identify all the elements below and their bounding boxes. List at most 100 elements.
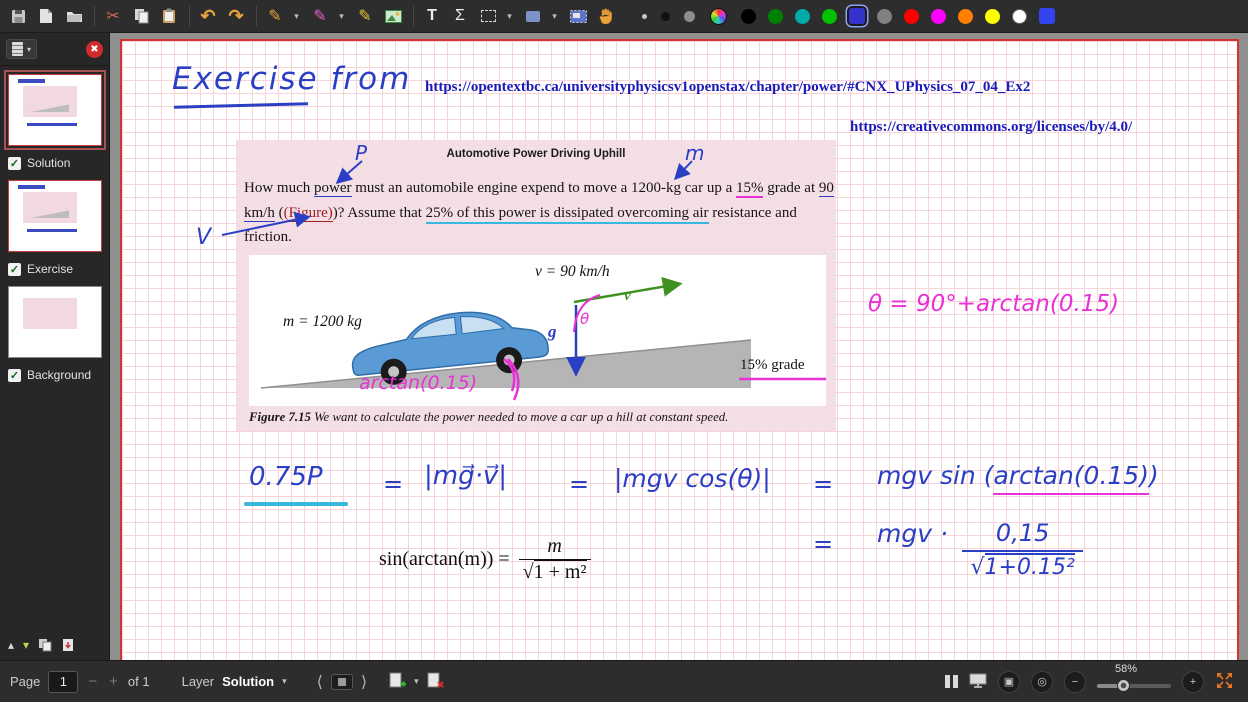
toolbar-separator — [189, 6, 190, 26]
pen-options-chevron[interactable]: ▾ — [290, 3, 303, 29]
layer-thumbnail-solution[interactable] — [6, 178, 104, 254]
color-green-button[interactable] — [822, 9, 837, 24]
save-button[interactable] — [5, 3, 31, 29]
redo-button[interactable]: ↷ — [223, 3, 249, 29]
close-icon: ✖ — [90, 44, 98, 55]
color-magenta-button[interactable] — [931, 9, 946, 24]
open-file-button[interactable] — [61, 3, 87, 29]
layer-selector[interactable]: Solution — [222, 674, 274, 689]
delete-layer-button[interactable] — [427, 672, 444, 692]
shape-tool-button[interactable] — [520, 3, 546, 29]
shape-rect-icon — [526, 11, 540, 22]
paste-button[interactable] — [156, 3, 182, 29]
thickness-thick-button[interactable] — [684, 11, 695, 22]
select-rect-button[interactable] — [475, 3, 501, 29]
checkbox-checked-icon[interactable]: ✓ — [8, 157, 21, 170]
zoom-slider-handle[interactable] — [1117, 679, 1130, 692]
presentation-mode-button[interactable] — [969, 673, 987, 691]
chevron-down-icon[interactable]: ▾ — [282, 676, 287, 687]
sidebar-spacer — [0, 384, 109, 634]
add-layer-options-chevron[interactable]: ▾ — [414, 676, 419, 687]
layer-toggle-solution[interactable]: ✓ Solution — [0, 150, 109, 172]
layer-toggle-exercise[interactable]: ✓ Exercise — [0, 256, 109, 278]
scissors-icon: ✂ — [106, 6, 119, 26]
figure-reference-link[interactable]: (Figure) — [284, 205, 333, 222]
zoom-original-icon: ◎ — [1037, 675, 1047, 688]
hand-tool-button[interactable] — [593, 3, 619, 29]
duplicate-layer-button[interactable] — [38, 638, 52, 652]
color-gray-button[interactable] — [877, 9, 892, 24]
page-number-input[interactable]: 1 — [48, 671, 78, 693]
chevron-down-icon: ▾ — [339, 11, 344, 22]
source-link[interactable]: https://opentextbc.ca/universityphysicsv… — [425, 79, 1030, 96]
marker-tool-button[interactable]: ✎ — [352, 3, 378, 29]
zoom-out-button[interactable]: − — [1064, 671, 1086, 693]
copy-button[interactable] — [128, 3, 154, 29]
select-options-chevron[interactable]: ▾ — [503, 3, 516, 29]
color-yellow-button[interactable] — [985, 9, 1000, 24]
page-increment-button[interactable]: + — [107, 673, 120, 690]
layer-toggle-background[interactable]: ✓ Background — [0, 362, 109, 384]
new-document-button[interactable] — [33, 3, 59, 29]
tex-identity: sin(arctan(m)) = m √1 + m² — [379, 535, 591, 584]
color-red-button[interactable] — [904, 9, 919, 24]
zoom-control: 58% — [1097, 669, 1171, 695]
statusbar-right-group: ▣ ◎ − 58% + — [945, 669, 1238, 695]
cut-button[interactable]: ✂ — [100, 3, 126, 29]
color-white-button[interactable] — [1012, 9, 1027, 24]
layer-up-button[interactable]: ▴ — [8, 638, 14, 652]
color-blue-button[interactable] — [849, 8, 865, 24]
sidebar-view-button[interactable]: ▾ — [6, 39, 37, 59]
checkbox-checked-icon[interactable]: ✓ — [8, 369, 21, 382]
checkbox-checked-icon[interactable]: ✓ — [8, 263, 21, 276]
color-orange-button[interactable] — [958, 9, 973, 24]
document-page[interactable]: Exercise from https://opentextbc.ca/univ… — [120, 39, 1239, 660]
text-tool-icon: T — [427, 7, 437, 25]
zoom-in-button[interactable]: + — [1182, 671, 1204, 693]
underlined-power: power — [314, 180, 352, 197]
main-toolbar: ✂ ↶ ↷ ✎ ▾ ✎ ▾ ✎ T Σ ▾ ▾ — [0, 0, 1248, 33]
color-teal-button[interactable] — [795, 9, 810, 24]
underlined-grade-percent: 15% — [736, 180, 764, 198]
shape-options-chevron[interactable]: ▾ — [548, 3, 561, 29]
sidebar-close-button[interactable]: ✖ — [86, 41, 103, 58]
prev-layer-button[interactable]: ⟨ — [317, 672, 323, 692]
zoom-fit-button[interactable]: ▣ — [998, 671, 1020, 693]
text-tool-button[interactable]: T — [419, 3, 445, 29]
color-black-button[interactable] — [741, 9, 756, 24]
undo-button[interactable]: ↶ — [195, 3, 221, 29]
sidebar-bottom-toolbar: ▴ ▾ — [0, 634, 109, 660]
screenshot-icon — [570, 10, 587, 23]
math-tex-button[interactable]: Σ — [447, 3, 473, 29]
license-link[interactable]: https://creativecommons.org/licenses/by/… — [850, 119, 1132, 136]
thickness-fine-button[interactable] — [642, 14, 647, 19]
layer-label: Layer — [182, 674, 215, 689]
layer-down-button[interactable]: ▾ — [23, 638, 29, 652]
color-royal-blue-button[interactable] — [1039, 8, 1055, 24]
canvas-area[interactable]: Exercise from https://opentextbc.ca/univ… — [110, 33, 1248, 660]
power-term: 0.75P — [249, 462, 323, 492]
thickness-medium-button[interactable] — [661, 12, 670, 21]
screenshot-tool-button[interactable] — [565, 3, 591, 29]
add-layer-button[interactable] — [389, 672, 406, 692]
next-layer-button[interactable]: ⟩ — [361, 672, 367, 692]
merge-layer-button[interactable] — [61, 638, 75, 652]
highlighter-tool-button[interactable]: ✎ — [307, 3, 333, 29]
undo-icon: ↶ — [200, 6, 215, 27]
layer-thumbnail-exercise[interactable] — [6, 284, 104, 360]
paired-pages-button[interactable] — [945, 675, 958, 688]
zoom-original-button[interactable]: ◎ — [1031, 671, 1053, 693]
chevron-down-icon: ▾ — [23, 638, 29, 652]
page-decrement-button[interactable]: − — [86, 673, 99, 690]
toolbar-separator — [256, 6, 257, 26]
image-icon — [385, 10, 402, 23]
fullscreen-button[interactable] — [1215, 671, 1234, 693]
pen-tool-button[interactable]: ✎ — [262, 3, 288, 29]
active-layer-indicator[interactable] — [331, 674, 353, 690]
color-picker-button[interactable] — [710, 8, 727, 25]
insert-image-button[interactable] — [380, 3, 406, 29]
highlighter-options-chevron[interactable]: ▾ — [335, 3, 348, 29]
document-icon — [39, 8, 53, 24]
page-thumbnail[interactable] — [6, 72, 104, 148]
color-dark-green-button[interactable] — [768, 9, 783, 24]
